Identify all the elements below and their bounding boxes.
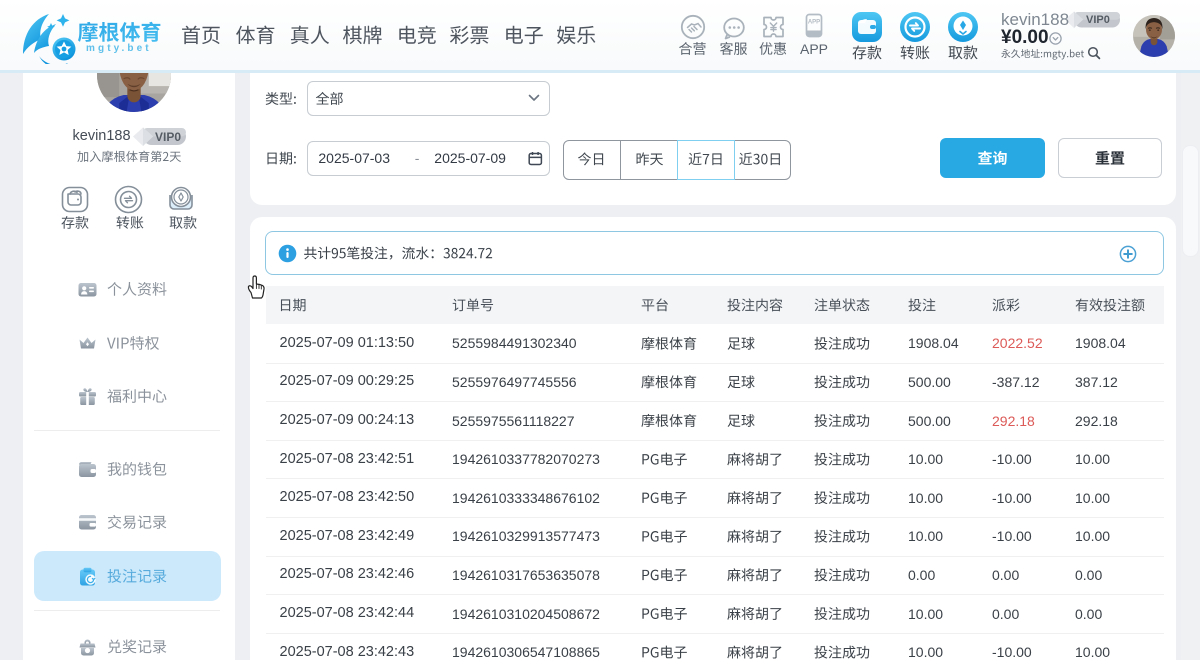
svg-text:APP: APP [808, 20, 820, 26]
